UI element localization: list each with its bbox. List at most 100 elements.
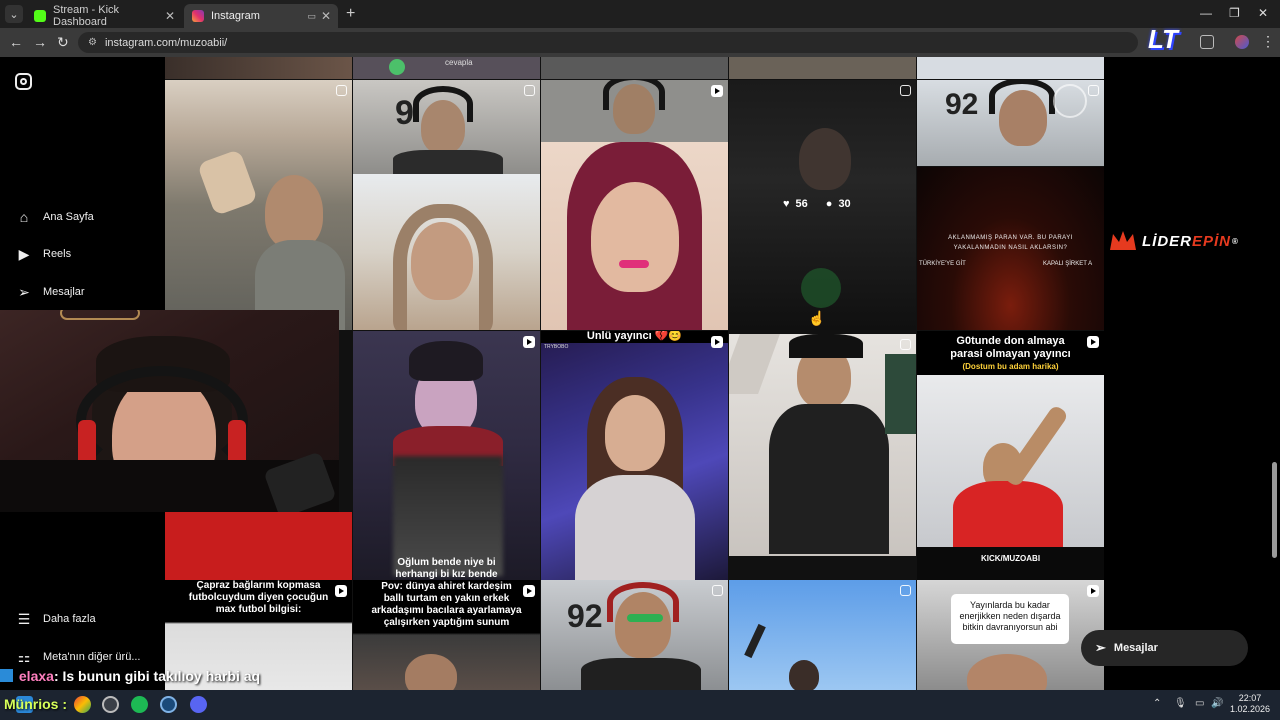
- post-tile[interactable]: Oğlum bende niye bi herhangi bi kız bend…: [353, 331, 540, 581]
- post-tile[interactable]: G0tunde don almaya parasi olmayan yayınc…: [917, 331, 1104, 581]
- heart-icon: ♥: [783, 198, 790, 210]
- sidebar-item-label: Ana Sayfa: [43, 211, 94, 223]
- tab-search-icon[interactable]: ⌄: [5, 5, 23, 23]
- post-tile[interactable]: [541, 57, 728, 79]
- crown-icon: [1110, 231, 1136, 250]
- comment-count: 30: [838, 198, 851, 210]
- post-tile[interactable]: Ünlü yayıncı 💔😊 TRYBOBO: [541, 331, 728, 581]
- close-tab-icon[interactable]: ✕: [165, 9, 175, 23]
- obs-icon[interactable]: [102, 696, 119, 713]
- minimize-icon[interactable]: —: [1200, 6, 1212, 20]
- tab-title: Instagram: [211, 10, 260, 22]
- send-icon: ➢: [18, 283, 30, 300]
- sidebar-item-home[interactable]: ⌂ Ana Sayfa: [15, 208, 94, 226]
- post-caption: KICK/MUZOABI: [980, 554, 1041, 563]
- cast-icon[interactable]: ▭: [307, 11, 316, 22]
- post-tile[interactable]: cevapla: [353, 57, 540, 79]
- post-tile[interactable]: 92: [917, 80, 1104, 166]
- address-bar[interactable]: ⚙ instagram.com/muzoabii/: [78, 32, 1138, 53]
- restore-icon[interactable]: ❐: [1229, 6, 1240, 20]
- carousel-icon: [336, 85, 347, 96]
- post-caption: enerjikken neden dışarda: [959, 611, 1061, 621]
- post-tile[interactable]: [541, 80, 728, 142]
- carousel-icon: [712, 585, 723, 596]
- sponsor-logo: LİDER EPİN ®: [1108, 228, 1239, 254]
- sidebar-item-reels[interactable]: ▶ Reels: [15, 245, 72, 263]
- mouse-cursor-icon: ☝: [808, 310, 826, 326]
- post-caption: max futbol bilgisi:: [215, 604, 302, 615]
- post-caption: TÜRKİYE'YE GİT: [919, 261, 966, 267]
- post-tile[interactable]: [165, 80, 352, 330]
- microphone-icon[interactable]: 🎙: [1174, 698, 1187, 709]
- post-tile[interactable]: 92: [541, 580, 728, 690]
- messages-pill-label: Mesajlar: [1113, 642, 1158, 654]
- reel-icon: [523, 585, 535, 597]
- messages-pill-button[interactable]: ➢ Mesajlar: [1081, 630, 1248, 666]
- reel-icon: [1087, 585, 1099, 597]
- url-text: instagram.com/muzoabii/: [104, 36, 228, 49]
- reel-icon: [711, 336, 723, 348]
- post-caption: parasi olmayan yayıncı: [950, 348, 1071, 360]
- post-tile[interactable]: [729, 334, 916, 556]
- instagram-logo-icon[interactable]: [15, 73, 32, 90]
- reel-icon: [1087, 336, 1099, 348]
- post-tile[interactable]: [165, 57, 352, 79]
- post-caption: futbolcuydum diyen çocuğun: [188, 592, 329, 603]
- chat-username: elaxa: [18, 668, 54, 684]
- post-caption: YAKALANMADIN NASIL AKLARSIN?: [953, 245, 1068, 251]
- tray-chevron-icon[interactable]: ⌃: [1153, 698, 1161, 709]
- clock-date: 1.02.2026: [1230, 704, 1271, 714]
- post-caption: arkadaşımı bacılara ayarlamaya: [371, 605, 522, 616]
- post-caption: Ünlü yayıncı 💔😊: [586, 331, 683, 342]
- post-caption: TRYBOBO: [544, 344, 569, 350]
- post-tile[interactable]: [729, 57, 916, 79]
- reel-icon: [523, 336, 535, 348]
- network-icon[interactable]: ▭: [1195, 698, 1204, 709]
- back-icon[interactable]: ←: [9, 34, 23, 50]
- tab-kick-dashboard[interactable]: Stream - Kick Dashboard ✕: [26, 4, 182, 28]
- sidebar-item-label: Reels: [43, 248, 72, 260]
- new-tab-icon[interactable]: +: [346, 5, 355, 23]
- profile-avatar[interactable]: [1235, 35, 1249, 49]
- home-icon: ⌂: [19, 209, 29, 225]
- browser-menu-icon[interactable]: ⋮: [1261, 33, 1275, 50]
- close-window-icon[interactable]: ✕: [1258, 6, 1268, 20]
- post-caption: (Dostum bu adam harika): [962, 362, 1059, 371]
- tab-instagram[interactable]: Instagram ▭ ✕: [184, 4, 338, 28]
- sidebar-item-messages[interactable]: ➢ Mesajlar: [15, 283, 85, 301]
- post-hover-stats: ♥ 56 ● 30: [783, 198, 857, 210]
- clock-time: 22:07: [1238, 693, 1262, 703]
- volume-icon[interactable]: 🔊: [1211, 698, 1223, 709]
- page-scrollbar[interactable]: [1272, 462, 1277, 558]
- post-tile[interactable]: [917, 57, 1104, 79]
- post-tile[interactable]: [165, 512, 352, 580]
- taskbar-clock[interactable]: 22:07 1.02.2026: [1230, 693, 1270, 715]
- post-tile[interactable]: Yayınlarda bu kadar enerjikken neden dış…: [917, 580, 1104, 690]
- streamer-webcam: [0, 310, 339, 512]
- reel-icon: [335, 585, 347, 597]
- spotify-icon[interactable]: [131, 696, 148, 713]
- sidebar-item-more[interactable]: ☰ Daha fazla: [15, 610, 96, 628]
- post-caption: bitkin davranıyorsun abi: [962, 622, 1058, 632]
- send-icon: ➢: [1095, 640, 1106, 655]
- extension-icon[interactable]: [1200, 35, 1214, 49]
- meta-icon: ⚏: [17, 648, 31, 665]
- post-tile[interactable]: 9: [353, 80, 540, 174]
- post-tile[interactable]: [541, 142, 728, 330]
- chat-message-2: Münrios :: [4, 696, 67, 712]
- chrome-icon[interactable]: [74, 696, 91, 713]
- reload-icon[interactable]: ↻: [57, 34, 69, 51]
- post-tile[interactable]: AKLANMAMIŞ PARAN VAR. BU PARAYI YAKALANM…: [917, 167, 1104, 330]
- close-tab-icon[interactable]: ✕: [321, 9, 331, 23]
- sidebar-item-meta[interactable]: ⚏ Meta'nın diğer ürü...: [15, 648, 141, 666]
- discord-icon[interactable]: [190, 696, 207, 713]
- post-tile[interactable]: Pov: dünya ahiret kardeşim ballı turtam …: [353, 580, 540, 690]
- sidebar-item-label: Mesajlar: [43, 286, 85, 298]
- channel-logo: LT: [1148, 24, 1178, 54]
- sidebar-item-label: Meta'nın diğer ürü...: [43, 651, 141, 663]
- post-tile[interactable]: [729, 580, 916, 690]
- site-settings-icon[interactable]: ⚙: [88, 37, 97, 48]
- forward-icon[interactable]: →: [33, 34, 47, 50]
- post-tile[interactable]: [353, 174, 540, 330]
- steam-icon[interactable]: [160, 696, 177, 713]
